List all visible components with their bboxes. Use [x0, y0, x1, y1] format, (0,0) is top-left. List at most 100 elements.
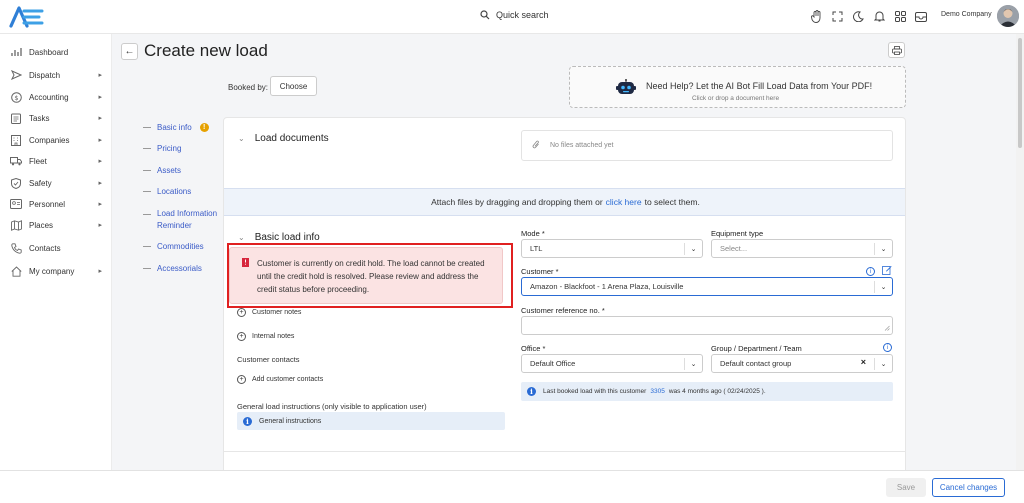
accounting-icon: $: [10, 91, 22, 103]
group-value: Default contact group: [720, 359, 792, 368]
avatar[interactable]: [997, 5, 1019, 27]
clear-icon[interactable]: ×: [861, 357, 866, 367]
plus-circle-icon: +: [237, 308, 246, 317]
step-commodities[interactable]: Commodities: [143, 242, 233, 251]
mode-select[interactable]: LTL ⌄: [521, 239, 703, 258]
office-select[interactable]: Default Office ⌄: [521, 354, 703, 373]
sidebar-item-companies[interactable]: Companies ▸: [10, 133, 106, 147]
basic-info-header[interactable]: ⌄ Basic load info: [238, 232, 320, 243]
save-button[interactable]: Save: [886, 478, 926, 497]
step-basic-info[interactable]: Basic info !: [143, 123, 233, 132]
file-drop-zone[interactable]: Attach files by dragging and dropping th…: [224, 188, 905, 216]
moon-icon[interactable]: [852, 9, 864, 23]
home-icon: [10, 265, 22, 277]
svg-text:$: $: [14, 94, 18, 102]
load-documents-header[interactable]: ⌄ Load documents: [238, 133, 329, 144]
dashboard-icon: [10, 46, 22, 58]
chevron-down-icon: ⌄: [874, 243, 892, 255]
plus-circle-icon: +: [237, 332, 246, 341]
choose-booker-button[interactable]: Choose: [270, 76, 317, 96]
step-label: Accessorials: [157, 264, 202, 273]
sidebar-item-personnel[interactable]: Personnel ▸: [10, 197, 106, 211]
fullscreen-icon[interactable]: [831, 9, 843, 23]
sidebar-item-label: Fleet: [29, 156, 47, 166]
group-select[interactable]: Default contact group × ⌄: [711, 354, 893, 373]
sidebar-item-label: Safety: [29, 178, 52, 188]
scrollbar-thumb[interactable]: [1018, 38, 1022, 148]
step-label: Commodities: [157, 242, 204, 251]
section-title: Basic load info: [254, 232, 320, 243]
chevron-right-icon: ▸: [98, 201, 102, 208]
quick-search[interactable]: Quick search: [480, 10, 549, 20]
ai-pdf-dropzone[interactable]: Need Help? Let the AI Bot Fill Load Data…: [569, 66, 906, 108]
internal-notes-link[interactable]: + Internal notes: [237, 332, 294, 341]
general-instructions-label: General load instructions (only visible …: [237, 402, 427, 411]
sidebar-item-places[interactable]: Places ▸: [10, 218, 106, 232]
customer-select[interactable]: Amazon - Blackfoot - 1 Arena Plaza, Loui…: [521, 277, 893, 296]
step-accessorials[interactable]: Accessorials: [143, 264, 233, 273]
sidebar-item-dispatch[interactable]: Dispatch ▸: [10, 68, 106, 82]
last-booked-prefix: Last booked load with this customer: [543, 388, 647, 395]
chevron-right-icon: ▸: [98, 158, 102, 165]
bell-icon[interactable]: [873, 9, 885, 23]
sidebar-item-dashboard[interactable]: Dashboard: [10, 45, 106, 59]
select-files-link[interactable]: click here: [606, 197, 642, 207]
info-icon[interactable]: i: [883, 343, 892, 352]
apps-grid-icon[interactable]: [894, 9, 906, 23]
ai-help-subtitle: Click or drop a document here: [692, 95, 780, 102]
company-name[interactable]: Demo Company: [941, 11, 992, 18]
back-button[interactable]: ←: [121, 43, 138, 60]
attached-files-list: No files attached yet: [521, 130, 893, 161]
companies-icon: [10, 134, 22, 146]
no-files-text: No files attached yet: [550, 142, 614, 149]
sidebar-item-accounting[interactable]: $ Accounting ▸: [10, 90, 106, 104]
equipment-type-label: Equipment type: [711, 229, 764, 238]
resize-handle-icon[interactable]: [884, 325, 890, 333]
sidebar-item-fleet[interactable]: Fleet ▸: [10, 154, 106, 168]
general-instructions-button[interactable]: i General instructions: [237, 412, 505, 430]
ai-help-title: Need Help? Let the AI Bot Fill Load Data…: [646, 81, 873, 91]
chevron-down-icon: ⌄: [874, 358, 892, 370]
office-label: Office *: [521, 344, 546, 353]
personnel-icon: [10, 198, 22, 210]
step-assets[interactable]: Assets: [143, 166, 233, 175]
equipment-type-select[interactable]: Select... ⌄: [711, 239, 893, 258]
customer-notes-link[interactable]: + Customer notes: [237, 308, 301, 317]
app-logo[interactable]: [8, 5, 46, 29]
robot-icon: [616, 79, 636, 94]
step-load-information-reminder[interactable]: Load Information Reminder: [143, 208, 233, 232]
booked-by-label: Booked by:: [228, 83, 269, 92]
step-pricing[interactable]: Pricing: [143, 144, 233, 153]
step-locations[interactable]: Locations: [143, 187, 233, 196]
chevron-right-icon: ▸: [98, 115, 102, 122]
edit-icon[interactable]: [882, 265, 892, 277]
tasks-icon: [10, 112, 22, 124]
sidebar-item-tasks[interactable]: Tasks ▸: [10, 111, 106, 125]
printer-icon: [891, 45, 902, 55]
info-icon[interactable]: i: [866, 267, 875, 276]
add-customer-contacts-link[interactable]: + Add customer contacts: [237, 375, 323, 384]
sidebar-item-safety[interactable]: Safety ▸: [10, 176, 106, 190]
paperclip-icon: [532, 140, 540, 152]
cancel-changes-button[interactable]: Cancel changes: [932, 478, 1005, 497]
page-scrollbar[interactable]: [1016, 34, 1024, 470]
inbox-icon[interactable]: [915, 9, 927, 23]
chevron-down-icon: ⌄: [684, 243, 702, 255]
sidebar-item-label: Dashboard: [29, 47, 69, 57]
last-booked-load-link[interactable]: 3305: [650, 388, 664, 395]
sidebar-item-my-company[interactable]: My company ▸: [10, 264, 106, 278]
sidebar-item-label: Personnel: [29, 199, 66, 209]
sidebar-item-contacts[interactable]: Contacts: [10, 241, 106, 255]
top-bar: Quick search Demo Company: [0, 0, 1024, 34]
hand-icon[interactable]: [810, 9, 822, 23]
customer-reference-input[interactable]: [521, 316, 893, 335]
add-contacts-label: Add customer contacts: [252, 376, 324, 383]
customer-contacts-label: Customer contacts: [237, 355, 300, 364]
sidebar: Dashboard Dispatch ▸ $ Accounting ▸ Task…: [0, 34, 112, 470]
chevron-down-icon: ⌄: [684, 358, 702, 370]
mode-label: Mode *: [521, 229, 545, 238]
info-icon: i: [243, 416, 252, 426]
plus-circle-icon: +: [237, 375, 246, 384]
phone-icon: [10, 242, 22, 254]
print-button[interactable]: [888, 42, 905, 58]
